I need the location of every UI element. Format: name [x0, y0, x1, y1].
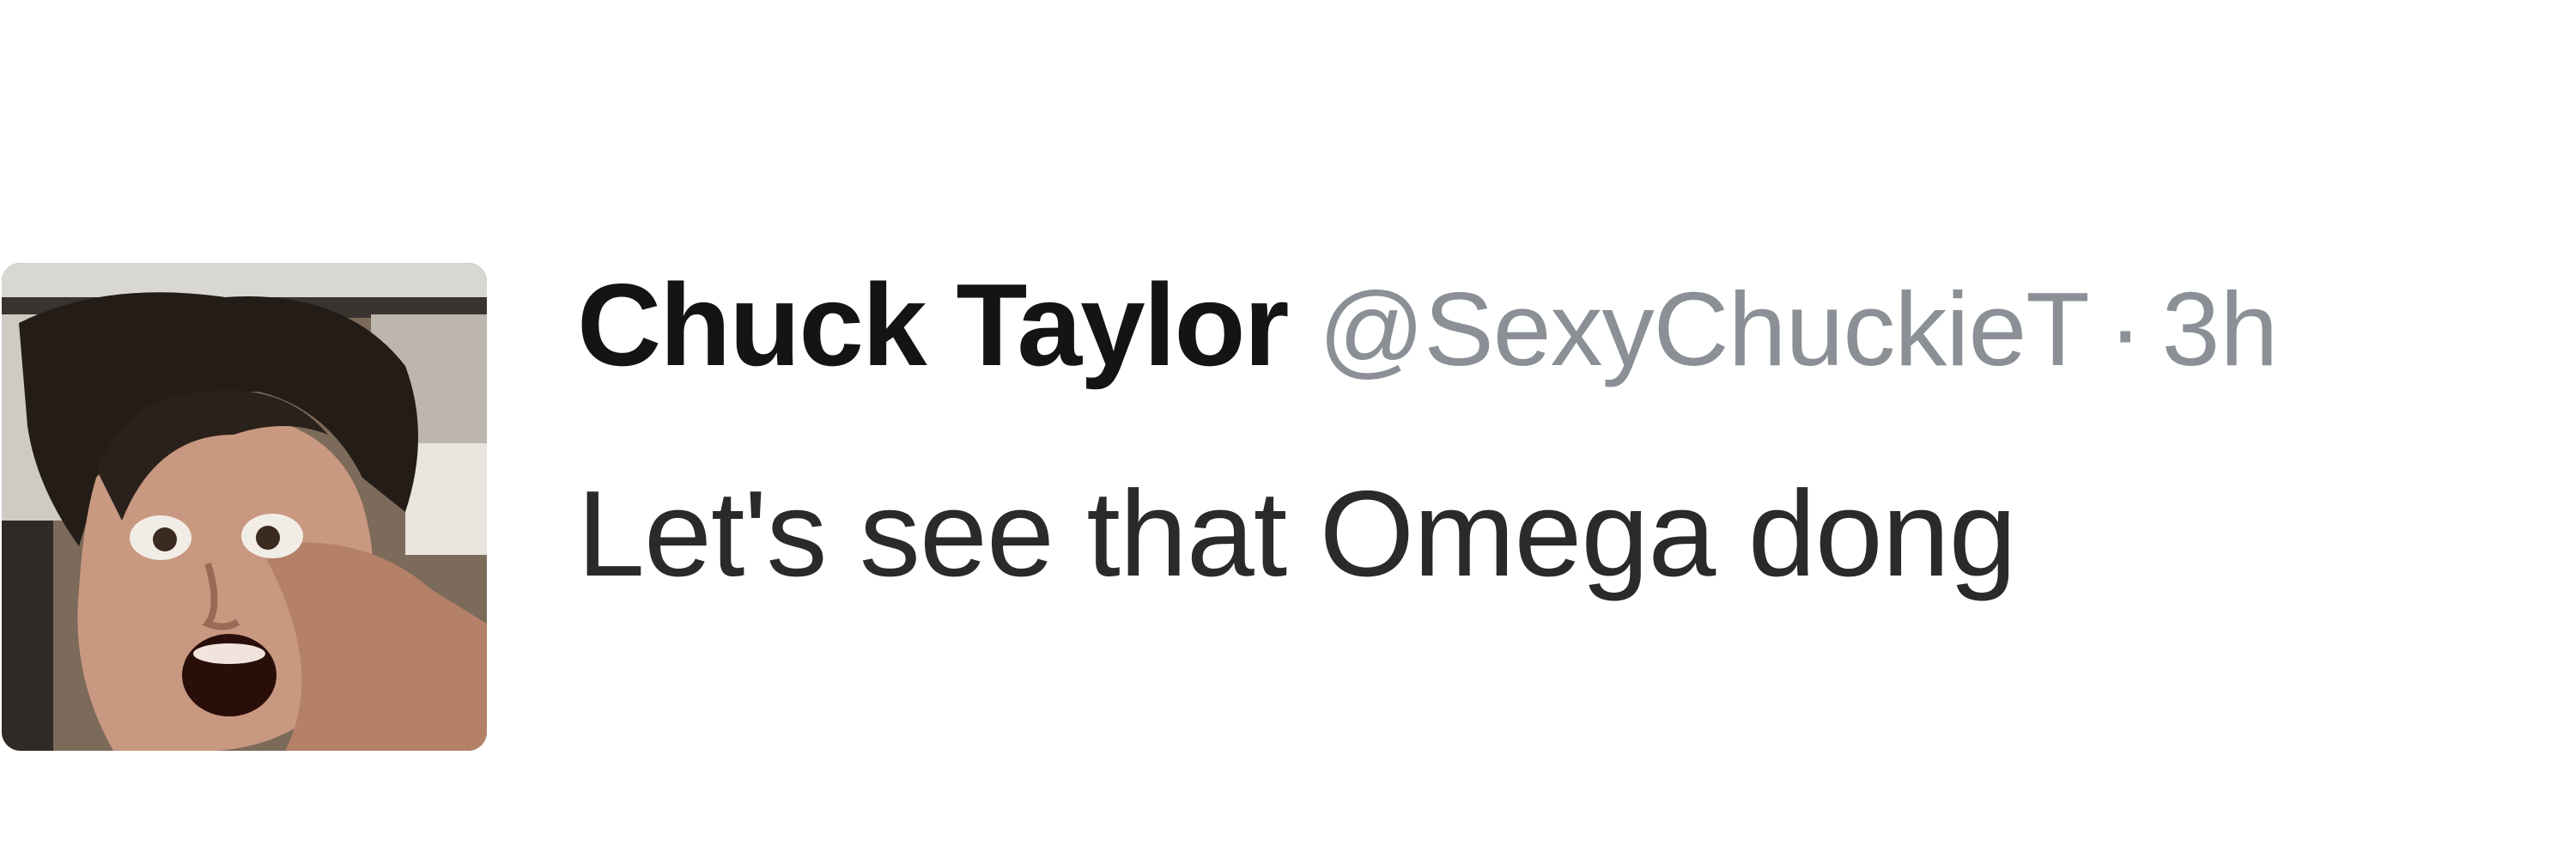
tweet-text: Let's see that Omega dong [577, 466, 2017, 602]
avatar[interactable] [2, 263, 487, 751]
display-name[interactable]: Chuck Taylor [577, 258, 1289, 392]
profile-photo-icon [2, 263, 487, 751]
meta-separator: · [2107, 271, 2143, 387]
tweet-header: Chuck Taylor @SexyChuckieT · 3h [577, 258, 2278, 404]
user-handle[interactable]: @SexyChuckieT [1318, 269, 2089, 389]
tweet-card[interactable]: Chuck Taylor @SexyChuckieT · 3h Let's se… [0, 0, 2576, 859]
timestamp[interactable]: 3h [2161, 269, 2278, 389]
